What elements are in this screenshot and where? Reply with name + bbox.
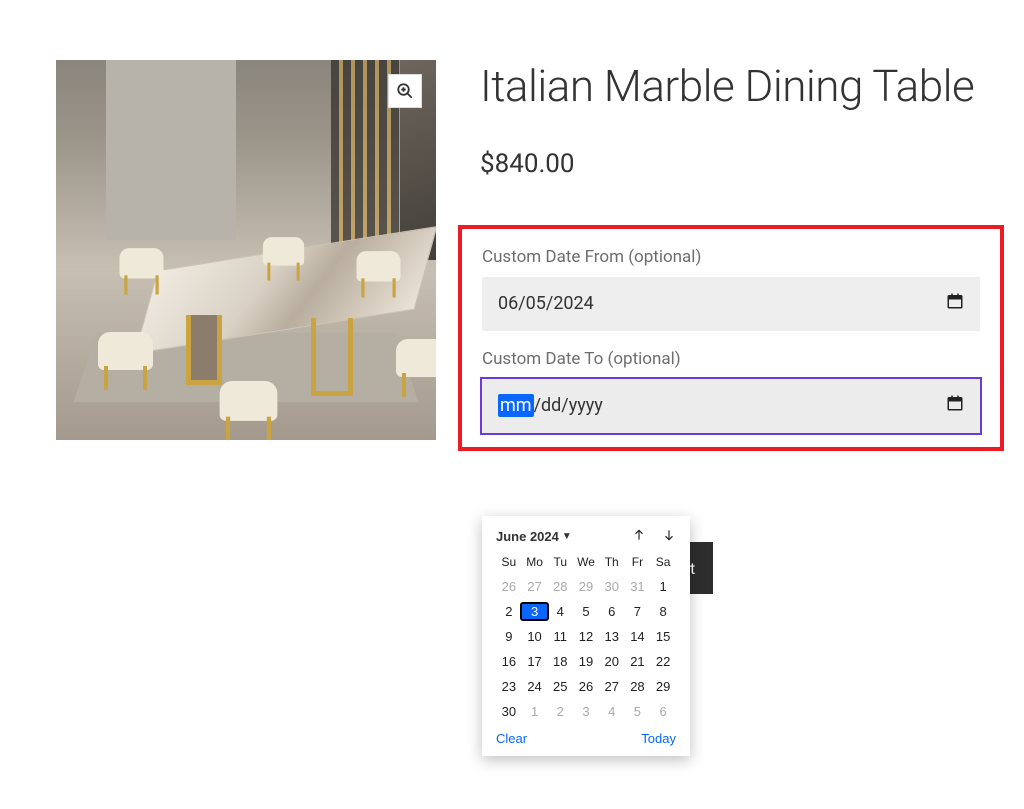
datepicker-day[interactable]: 2 [547,704,573,719]
datepicker-day[interactable]: 4 [547,604,573,619]
datepicker-day[interactable]: 2 [496,604,522,619]
date-from-label: Custom Date From (optional) [482,247,980,267]
datepicker-day[interactable]: 14 [625,629,651,644]
datepicker-day[interactable]: 12 [573,629,599,644]
datepicker-day[interactable]: 13 [599,629,625,644]
datepicker-day[interactable]: 6 [599,604,625,619]
datepicker-next-icon[interactable] [662,528,676,545]
date-to-value: mm/dd/yyyy [498,394,603,417]
datepicker-clear-button[interactable]: Clear [496,731,527,746]
datepicker-today-button[interactable]: Today [641,731,676,746]
datepicker-day[interactable]: 10 [522,629,548,644]
datepicker-day[interactable]: 23 [496,679,522,694]
calendar-icon [946,394,964,417]
product-image-wrap [56,60,436,440]
datepicker-day[interactable]: 27 [599,679,625,694]
date-from-input[interactable]: 06/05/2024 [482,277,980,331]
datepicker-dow: We [573,555,599,569]
datepicker-day[interactable]: 24 [522,679,548,694]
datepicker-dow: Tu [547,555,573,569]
datepicker-dow: Sa [650,555,676,569]
datepicker-dow: Su [496,555,522,569]
product-price: $840.00 [480,149,1004,179]
datepicker-day[interactable]: 28 [547,579,573,594]
datepicker-day[interactable]: 31 [625,579,651,594]
datepicker-dow: Fr [625,555,651,569]
datepicker-day[interactable]: 30 [599,579,625,594]
datepicker-dow: Th [599,555,625,569]
date-to-rest-segment: /dd/yyyy [534,395,603,416]
datepicker-day[interactable]: 17 [522,654,548,669]
datepicker-day[interactable]: 30 [496,704,522,719]
datepicker-day[interactable]: 16 [496,654,522,669]
datepicker-day[interactable]: 1 [522,704,548,719]
caret-down-icon: ▼ [562,531,572,542]
product-image[interactable] [56,60,436,440]
datepicker-day[interactable]: 18 [547,654,573,669]
date-from-value: 06/05/2024 [498,293,594,314]
datepicker-day[interactable]: 11 [547,629,573,644]
zoom-icon[interactable] [388,74,422,108]
datepicker-day[interactable]: 8 [650,604,676,619]
datepicker-day[interactable]: 29 [573,579,599,594]
datepicker-day[interactable]: 22 [650,654,676,669]
datepicker-day[interactable]: 1 [650,579,676,594]
datepicker-day[interactable]: 5 [573,604,599,619]
product-title: Italian Marble Dining Table [480,60,1004,113]
datepicker-day-selected[interactable]: 3 [520,602,550,621]
datepicker-day[interactable]: 20 [599,654,625,669]
datepicker-prev-icon[interactable] [632,528,646,545]
datepicker-day[interactable]: 6 [650,704,676,719]
datepicker-day[interactable]: 15 [650,629,676,644]
date-to-label: Custom Date To (optional) [482,349,980,369]
datepicker-day[interactable]: 26 [573,679,599,694]
datepicker-day[interactable]: 26 [496,579,522,594]
date-fields-highlight: Custom Date From (optional) 06/05/2024 C… [458,225,1004,451]
datepicker-day[interactable]: 29 [650,679,676,694]
datepicker-day[interactable]: 27 [522,579,548,594]
datepicker-day[interactable]: 3 [573,704,599,719]
datepicker-month-label: June 2024 [496,529,559,544]
calendar-icon [946,292,964,315]
datepicker-month-button[interactable]: June 2024 ▼ [496,529,572,544]
datepicker-dow: Mo [522,555,548,569]
datepicker-day[interactable]: 4 [599,704,625,719]
datepicker-popup: June 2024 ▼ SuMoTuWeThFrSa26272829303112… [482,516,690,756]
datepicker-day[interactable]: 28 [625,679,651,694]
datepicker-day[interactable]: 19 [573,654,599,669]
datepicker-day[interactable]: 25 [547,679,573,694]
datepicker-day[interactable]: 5 [625,704,651,719]
datepicker-day[interactable]: 9 [496,629,522,644]
date-to-input[interactable]: mm/dd/yyyy [482,379,980,433]
date-to-mm-segment: mm [498,394,534,417]
datepicker-day[interactable]: 21 [625,654,651,669]
datepicker-day[interactable]: 7 [625,604,651,619]
